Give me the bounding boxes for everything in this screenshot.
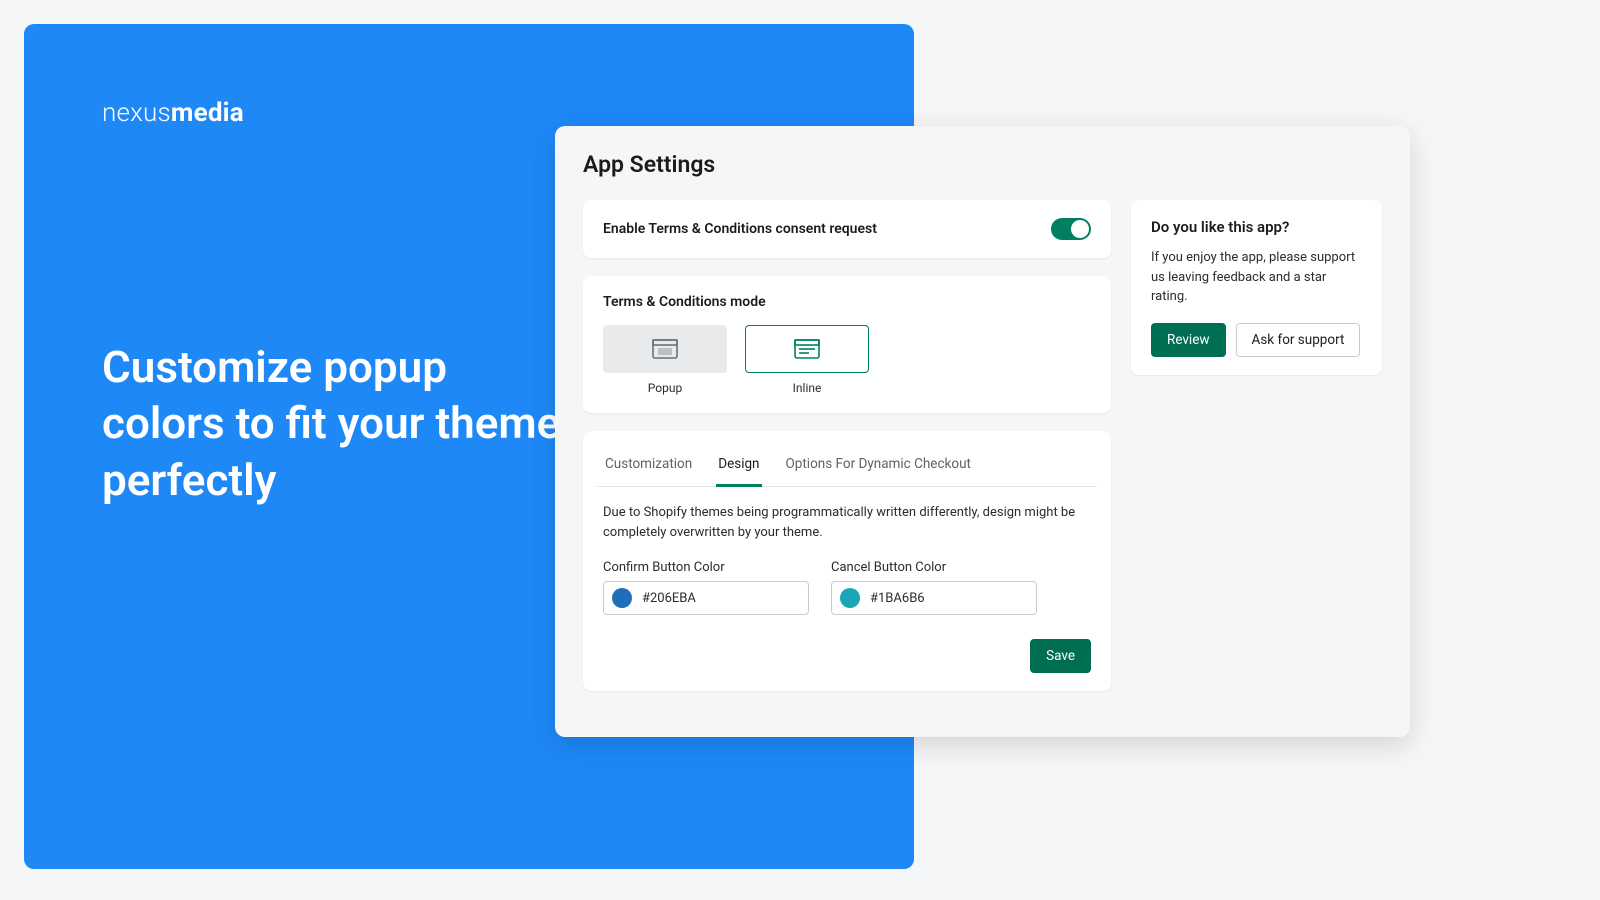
review-card-text: If you enjoy the app, please support us … (1151, 248, 1362, 307)
logo-light: nexus (102, 98, 171, 128)
design-help-text: Due to Shopify themes being programmatic… (603, 503, 1091, 542)
cancel-color-input[interactable]: #1BA6B6 (831, 581, 1037, 615)
logo-bold: media (171, 98, 244, 128)
mode-card: Terms & Conditions mode Popup (583, 276, 1111, 413)
inline-tile (745, 325, 869, 373)
cancel-color-label: Cancel Button Color (831, 560, 1037, 575)
tab-row: Customization Design Options For Dynamic… (597, 445, 1097, 487)
confirm-color-field: Confirm Button Color #206EBA (603, 560, 809, 615)
tab-design[interactable]: Design (716, 446, 761, 487)
mode-option-label: Popup (603, 381, 727, 395)
color-swatch-icon (612, 588, 632, 608)
design-card: Customization Design Options For Dynamic… (583, 431, 1111, 691)
color-swatch-icon (840, 588, 860, 608)
color-fields: Confirm Button Color #206EBA Cancel Butt… (603, 560, 1091, 615)
save-button[interactable]: Save (1030, 639, 1091, 673)
tab-dynamic-checkout[interactable]: Options For Dynamic Checkout (784, 446, 973, 487)
toggle-knob (1071, 220, 1089, 238)
cancel-color-value: #1BA6B6 (870, 591, 925, 606)
confirm-color-value: #206EBA (642, 591, 696, 606)
page-title: App Settings (583, 151, 1382, 178)
enable-card: Enable Terms & Conditions consent reques… (583, 200, 1111, 258)
app-settings-panel: App Settings Enable Terms & Conditions c… (555, 126, 1410, 737)
promo-headline: Customize popup colors to fit your theme… (102, 339, 562, 508)
save-row: Save (603, 639, 1091, 673)
cancel-color-field: Cancel Button Color #1BA6B6 (831, 560, 1037, 615)
enable-toggle[interactable] (1051, 218, 1091, 240)
support-button[interactable]: Ask for support (1236, 323, 1361, 357)
mode-options: Popup Inline (603, 325, 1091, 395)
popup-icon (652, 339, 678, 359)
mode-option-inline[interactable]: Inline (745, 325, 869, 395)
brand-logo: nexusmedia (102, 98, 244, 128)
mode-option-label: Inline (745, 381, 869, 395)
inline-icon (794, 339, 820, 359)
tab-customization[interactable]: Customization (603, 446, 694, 487)
review-card-buttons: Review Ask for support (1151, 323, 1362, 357)
mode-title: Terms & Conditions mode (603, 294, 1091, 310)
review-card-title: Do you like this app? (1151, 218, 1362, 236)
enable-label: Enable Terms & Conditions consent reques… (603, 221, 877, 237)
review-card: Do you like this app? If you enjoy the a… (1131, 200, 1382, 375)
mode-option-popup[interactable]: Popup (603, 325, 727, 395)
review-button[interactable]: Review (1151, 323, 1226, 357)
confirm-color-input[interactable]: #206EBA (603, 581, 809, 615)
popup-tile (603, 325, 727, 373)
confirm-color-label: Confirm Button Color (603, 560, 809, 575)
